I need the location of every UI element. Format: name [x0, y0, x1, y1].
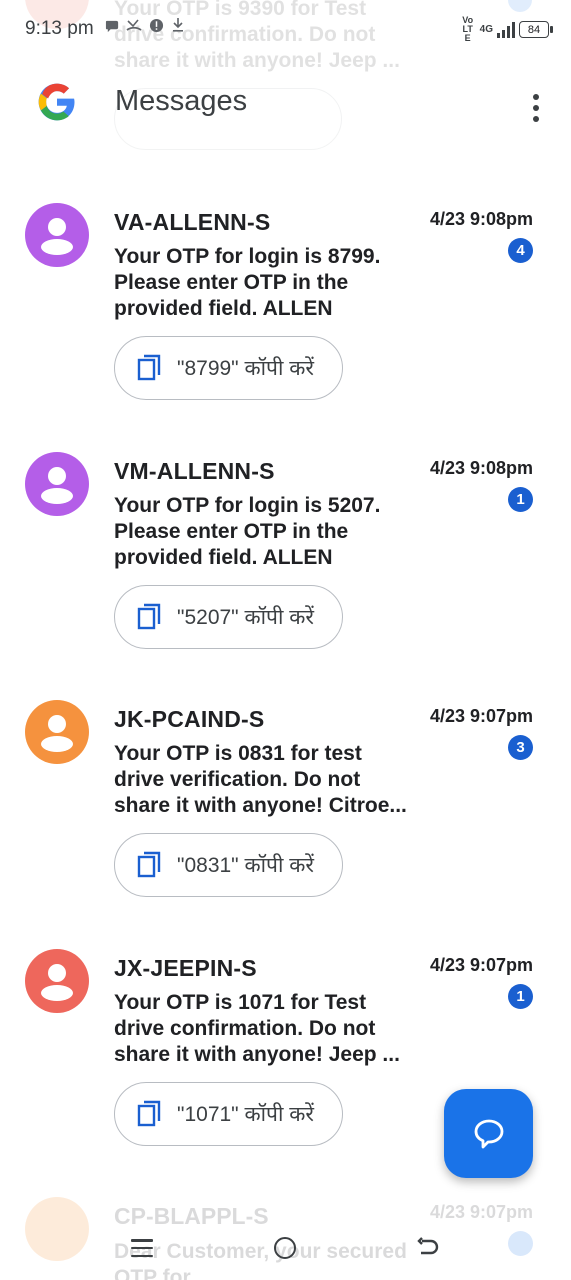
message-time: 4/23 9:07pm: [429, 1202, 533, 1222]
back-icon[interactable]: [416, 1236, 440, 1260]
copy-otp-label: "5207" कॉपी करें: [177, 606, 314, 629]
notification-icons: [104, 17, 186, 33]
avatar: [25, 203, 89, 267]
battery-level: 84: [527, 23, 541, 36]
message-time: 4/23 9:07pm: [429, 955, 533, 975]
signal-strength-icon: [497, 21, 515, 38]
battery-icon: 84: [519, 21, 553, 38]
alert-icon: [148, 17, 164, 33]
unread-badge: 1: [508, 487, 533, 512]
missed-call-icon: [126, 17, 142, 33]
message-time: 4/23 9:07pm: [429, 706, 533, 726]
system-indicators: Vo LTE 4G 84: [460, 16, 553, 43]
message-time: 4/23 9:08pm: [429, 458, 533, 478]
sender-name: JX-JEEPIN-S: [114, 955, 257, 981]
volte-indicator: Vo LTE: [460, 16, 476, 43]
status-time: 9:13 pm: [25, 18, 94, 39]
conversation-item[interactable]: VM-ALLENN-S 4/23 9:08pm 1 Your OTP for l…: [0, 452, 571, 700]
copy-otp-label: "8799" कॉपी करें: [177, 357, 314, 380]
copy-icon: [137, 1100, 161, 1127]
copy-otp-chip[interactable]: "5207" कॉपी करें: [114, 585, 343, 649]
copy-icon: [137, 603, 161, 630]
system-nav-bar: [0, 1225, 571, 1280]
message-preview: Your OTP is 1071 for Test drive confirma…: [114, 991, 400, 1066]
unread-badge: 3: [508, 735, 533, 760]
person-icon: [41, 218, 73, 255]
copy-icon: [137, 851, 161, 878]
download-icon: [170, 17, 186, 33]
avatar: [25, 452, 89, 516]
sender-name: VM-ALLENN-S: [114, 458, 275, 484]
message-preview: Your OTP is 0831 for test drive verifica…: [114, 742, 407, 817]
more-options-icon[interactable]: [528, 94, 544, 122]
person-icon: [41, 715, 73, 752]
unread-badge: 1: [508, 984, 533, 1009]
menu-icon[interactable]: [131, 1239, 153, 1257]
sender-name: JK-PCAIND-S: [114, 706, 265, 732]
person-icon: [41, 964, 73, 1001]
copy-otp-chip[interactable]: "8799" कॉपी करें: [114, 336, 343, 400]
copy-otp-chip[interactable]: "0831" कॉपी करें: [114, 833, 343, 897]
person-icon: [41, 467, 73, 504]
volte-label: Vo LTE: [462, 15, 474, 43]
message-preview: Your OTP for login is 8799. Please enter…: [114, 245, 381, 320]
network-type: 4G: [479, 24, 493, 35]
home-icon[interactable]: [274, 1237, 296, 1259]
avatar: [25, 700, 89, 764]
chat-bubble-icon: [104, 17, 120, 33]
avatar: [25, 949, 89, 1013]
app-title: Messages: [115, 85, 248, 117]
copy-otp-label: "1071" कॉपी करें: [177, 1103, 314, 1126]
copy-otp-label: "0831" कॉपी करें: [177, 854, 314, 877]
unread-badge: 4: [508, 238, 533, 263]
sender-name: VA-ALLENN-S: [114, 209, 271, 235]
google-g-logo: [38, 83, 75, 121]
start-chat-icon: [474, 1119, 503, 1148]
copy-icon: [137, 354, 161, 381]
copy-otp-chip[interactable]: "1071" कॉपी करें: [114, 1082, 343, 1146]
conversation-item[interactable]: VA-ALLENN-S 4/23 9:08pm 4 Your OTP for l…: [0, 203, 571, 451]
status-bar: 9:13 pm Vo LTE 4G 84: [0, 0, 571, 58]
start-chat-button[interactable]: [444, 1089, 533, 1178]
conversation-item[interactable]: JK-PCAIND-S 4/23 9:07pm 3 Your OTP is 08…: [0, 700, 571, 948]
app-header: Messages: [0, 58, 571, 148]
message-time: 4/23 9:08pm: [429, 209, 533, 229]
message-preview: Your OTP for login is 5207. Please enter…: [114, 494, 381, 569]
